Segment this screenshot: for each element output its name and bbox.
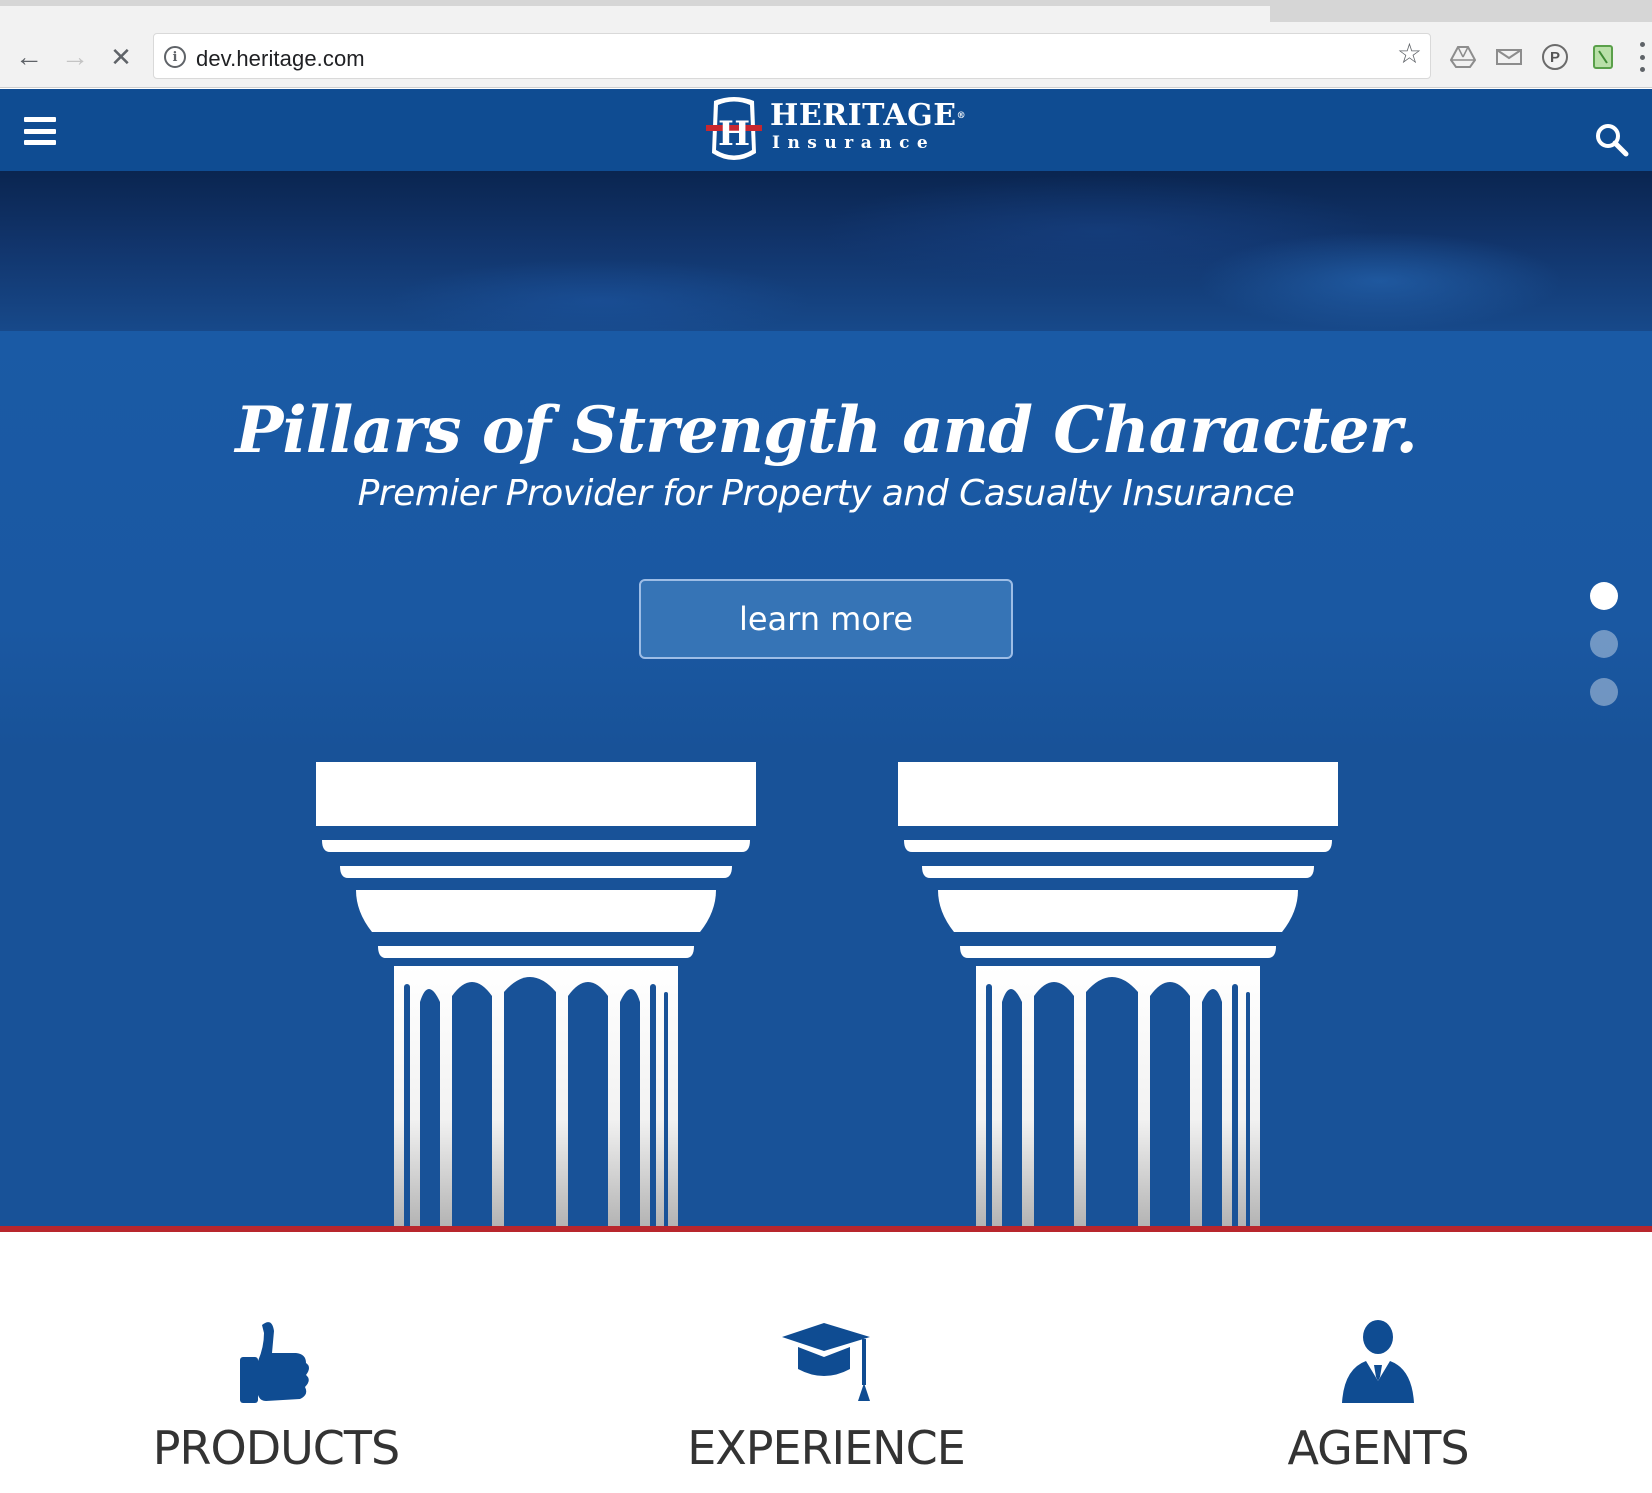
info-icon[interactable]: i	[164, 46, 186, 68]
browser-menu-icon[interactable]	[1636, 42, 1648, 72]
search-icon[interactable]	[1594, 122, 1630, 158]
feature-label-agents: AGENTS	[1287, 1421, 1469, 1475]
browser-tab[interactable]	[0, 6, 1270, 22]
pillars-illustration	[316, 762, 1338, 1231]
evernote-extension-icon[interactable]	[1588, 42, 1618, 72]
heritage-logo[interactable]: H HERITAGE® Insurance	[706, 95, 966, 165]
hero-sky-background	[0, 171, 1652, 331]
hero-banner: Pillars of Strength and Character. Premi…	[0, 171, 1652, 1231]
browser-tab-strip	[0, 0, 1652, 22]
stop-loading-button[interactable]: ✕	[104, 40, 138, 74]
hamburger-menu-icon[interactable]	[24, 117, 56, 145]
registered-mark: ®	[956, 111, 967, 121]
graduation-cap-icon	[782, 1323, 870, 1401]
address-bar[interactable]: i dev.heritage.com ☆	[153, 33, 1431, 79]
feature-products[interactable]: PRODUCTS	[116, 1317, 436, 1471]
site-header: H HERITAGE® Insurance	[0, 89, 1652, 171]
learn-more-button[interactable]: learn more	[639, 579, 1013, 659]
feature-agents[interactable]: AGENTS	[1218, 1317, 1538, 1471]
feature-label-experience: EXPERIENCE	[687, 1421, 966, 1475]
feature-experience[interactable]: EXPERIENCE	[666, 1317, 986, 1471]
feature-label-products: PRODUCTS	[152, 1421, 400, 1475]
back-button[interactable]: ←	[12, 40, 46, 74]
close-icon: ✕	[110, 42, 132, 72]
carousel-dot-1[interactable]	[1590, 582, 1618, 610]
drive-extension-icon[interactable]	[1448, 42, 1478, 72]
agent-person-icon	[1342, 1320, 1414, 1403]
carousel-dot-3[interactable]	[1590, 678, 1618, 706]
carousel-dots	[1590, 582, 1620, 726]
bookmark-star-icon[interactable]: ☆	[1397, 40, 1422, 68]
back-arrow-icon: ←	[15, 41, 43, 72]
logo-shield-icon: H	[706, 97, 762, 160]
thumbs-up-icon	[240, 1322, 309, 1403]
url-text[interactable]: dev.heritage.com	[196, 46, 365, 72]
forward-button[interactable]: →	[58, 40, 92, 74]
hero-title: Pillars of Strength and Character.	[235, 393, 1417, 468]
browser-toolbar: ← → ✕ i dev.heritage.com ☆ P	[0, 22, 1652, 88]
brand-subtitle: Insurance	[772, 133, 936, 153]
hero-subtitle: Premier Provider for Property and Casual…	[357, 473, 1295, 514]
pinterest-extension-icon[interactable]: P	[1542, 44, 1568, 70]
forward-arrow-icon: →	[61, 41, 89, 72]
send-extension-icon[interactable]	[1494, 42, 1524, 72]
carousel-dot-2[interactable]	[1590, 630, 1618, 658]
brand-name: HERITAGE	[770, 98, 957, 133]
svg-text:H: H	[718, 114, 750, 154]
features-section: PRODUCTS EXPERIENCE AGENTS	[0, 1232, 1652, 1493]
